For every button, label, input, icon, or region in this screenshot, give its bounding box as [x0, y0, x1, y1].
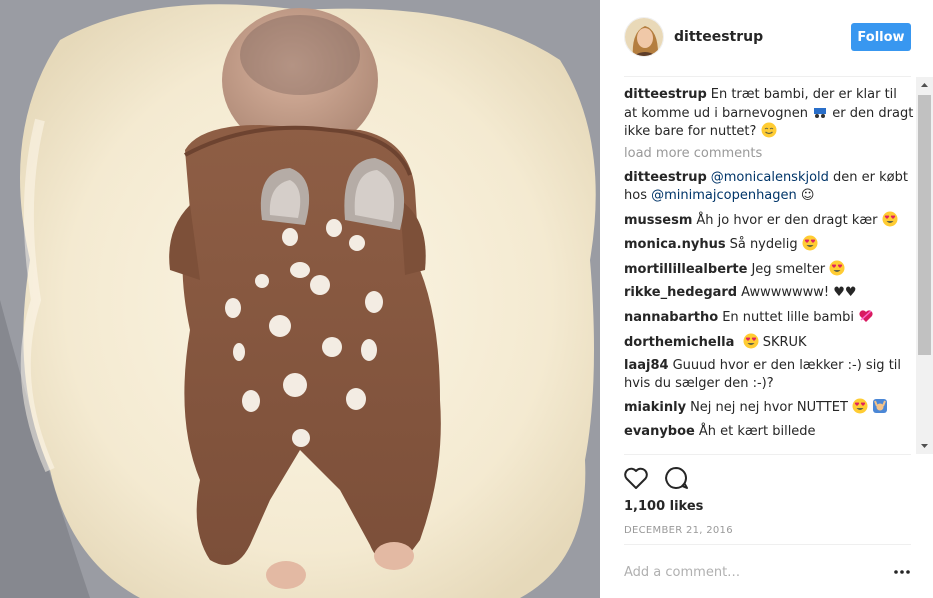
- scroll-down-arrow-icon[interactable]: [916, 437, 933, 454]
- heart-eyes-emoji: [852, 398, 868, 414]
- comment-username[interactable]: monica.nyhus: [624, 237, 726, 252]
- comment-username[interactable]: dorthemichella: [624, 335, 734, 350]
- raised-hands-emoji: [873, 399, 888, 414]
- comment-text: En nuttet lille bambi: [722, 309, 855, 325]
- comment: rikke_hedegard Awwwwwww! ♥♥: [624, 284, 914, 302]
- post-header: ditteestrup Follow: [600, 0, 933, 77]
- comment: evanyboe Åh et kært billede: [624, 423, 914, 441]
- divider: [624, 76, 911, 77]
- scroll-up-arrow-icon[interactable]: [916, 77, 933, 94]
- smile-emoji: [761, 122, 777, 138]
- heart-ribbon-emoji: [859, 310, 873, 322]
- comment: monica.nyhus Så nydelig: [624, 235, 914, 254]
- comment-username[interactable]: ditteestrup: [624, 170, 707, 185]
- heart-eyes-emoji: [802, 235, 818, 251]
- comment-text: Så nydelig: [729, 237, 798, 253]
- comment-text: ☺: [796, 187, 815, 203]
- follow-button[interactable]: Follow: [851, 23, 911, 51]
- caption-username[interactable]: ditteestrup: [624, 87, 707, 102]
- mention-link[interactable]: @minimajcopenhagen: [651, 188, 797, 203]
- avatar[interactable]: [624, 17, 664, 57]
- comment: laaj84 Guuud hvor er den lækker :-) sig t…: [624, 357, 914, 392]
- comment-username[interactable]: rikke_hedegard: [624, 285, 737, 300]
- scrollbar-thumb[interactable]: [918, 95, 931, 355]
- comment-text: Nej nej nej hvor NUTTET: [690, 400, 848, 416]
- divider: [624, 544, 911, 545]
- mention-link[interactable]: @monicalenskjold: [711, 170, 829, 185]
- heart-eyes-emoji: [743, 333, 759, 349]
- author-username[interactable]: ditteestrup: [674, 29, 763, 45]
- heart-eyes-emoji: [882, 211, 898, 227]
- comment-bubble-icon[interactable]: [662, 464, 690, 492]
- comment: miakinly Nej nej nej hvor NUTTET: [624, 398, 914, 417]
- comment-username[interactable]: mortillillealberte: [624, 262, 747, 277]
- comment-username[interactable]: laaj84: [624, 358, 669, 373]
- likes-count[interactable]: 1,100 likes: [624, 499, 703, 514]
- add-comment-input[interactable]: [624, 560, 874, 584]
- baby-photo: [0, 0, 600, 598]
- comment-text: SKRUK: [762, 334, 807, 350]
- comment-text: Jeg smelter: [751, 261, 826, 277]
- comment-username[interactable]: mussesm: [624, 213, 692, 228]
- comment: mussesm Åh jo hvor er den dragt kær: [624, 211, 914, 230]
- post-photo[interactable]: [0, 0, 600, 598]
- comments-list: ditteestrup En træt bambi, der er klar ti…: [624, 86, 914, 454]
- load-more-comments-link[interactable]: load more comments: [624, 145, 914, 163]
- post-date[interactable]: DECEMBER 21, 2016: [624, 525, 733, 536]
- heart-icon[interactable]: [622, 464, 650, 492]
- comment: mortillillealberte Jeg smelter: [624, 260, 914, 279]
- comment: ditteestrup @monicalenskjold den er købt …: [624, 169, 914, 204]
- caption: ditteestrup En træt bambi, der er klar ti…: [624, 86, 914, 141]
- comment-username[interactable]: nannabartho: [624, 310, 718, 325]
- divider: [624, 454, 911, 455]
- more-options-icon[interactable]: [892, 563, 912, 581]
- comment-username[interactable]: miakinly: [624, 400, 686, 415]
- comment-text: Åh jo hvor er den dragt kær: [696, 212, 878, 228]
- comment-text: Awwwwwww! ♥♥: [741, 285, 857, 301]
- comment: dorthemichella SKRUK: [624, 333, 914, 352]
- stroller-emoji: [814, 107, 827, 118]
- post-side-panel: ditteestrup Follow ditteestrup En træt ba…: [600, 0, 933, 598]
- comment-text: Åh et kært billede: [698, 423, 816, 439]
- comments-scrollbar[interactable]: [916, 77, 933, 454]
- heart-eyes-emoji: [829, 260, 845, 276]
- comment: nannabartho En nuttet lille bambi: [624, 308, 914, 327]
- comment-username[interactable]: evanyboe: [624, 424, 695, 439]
